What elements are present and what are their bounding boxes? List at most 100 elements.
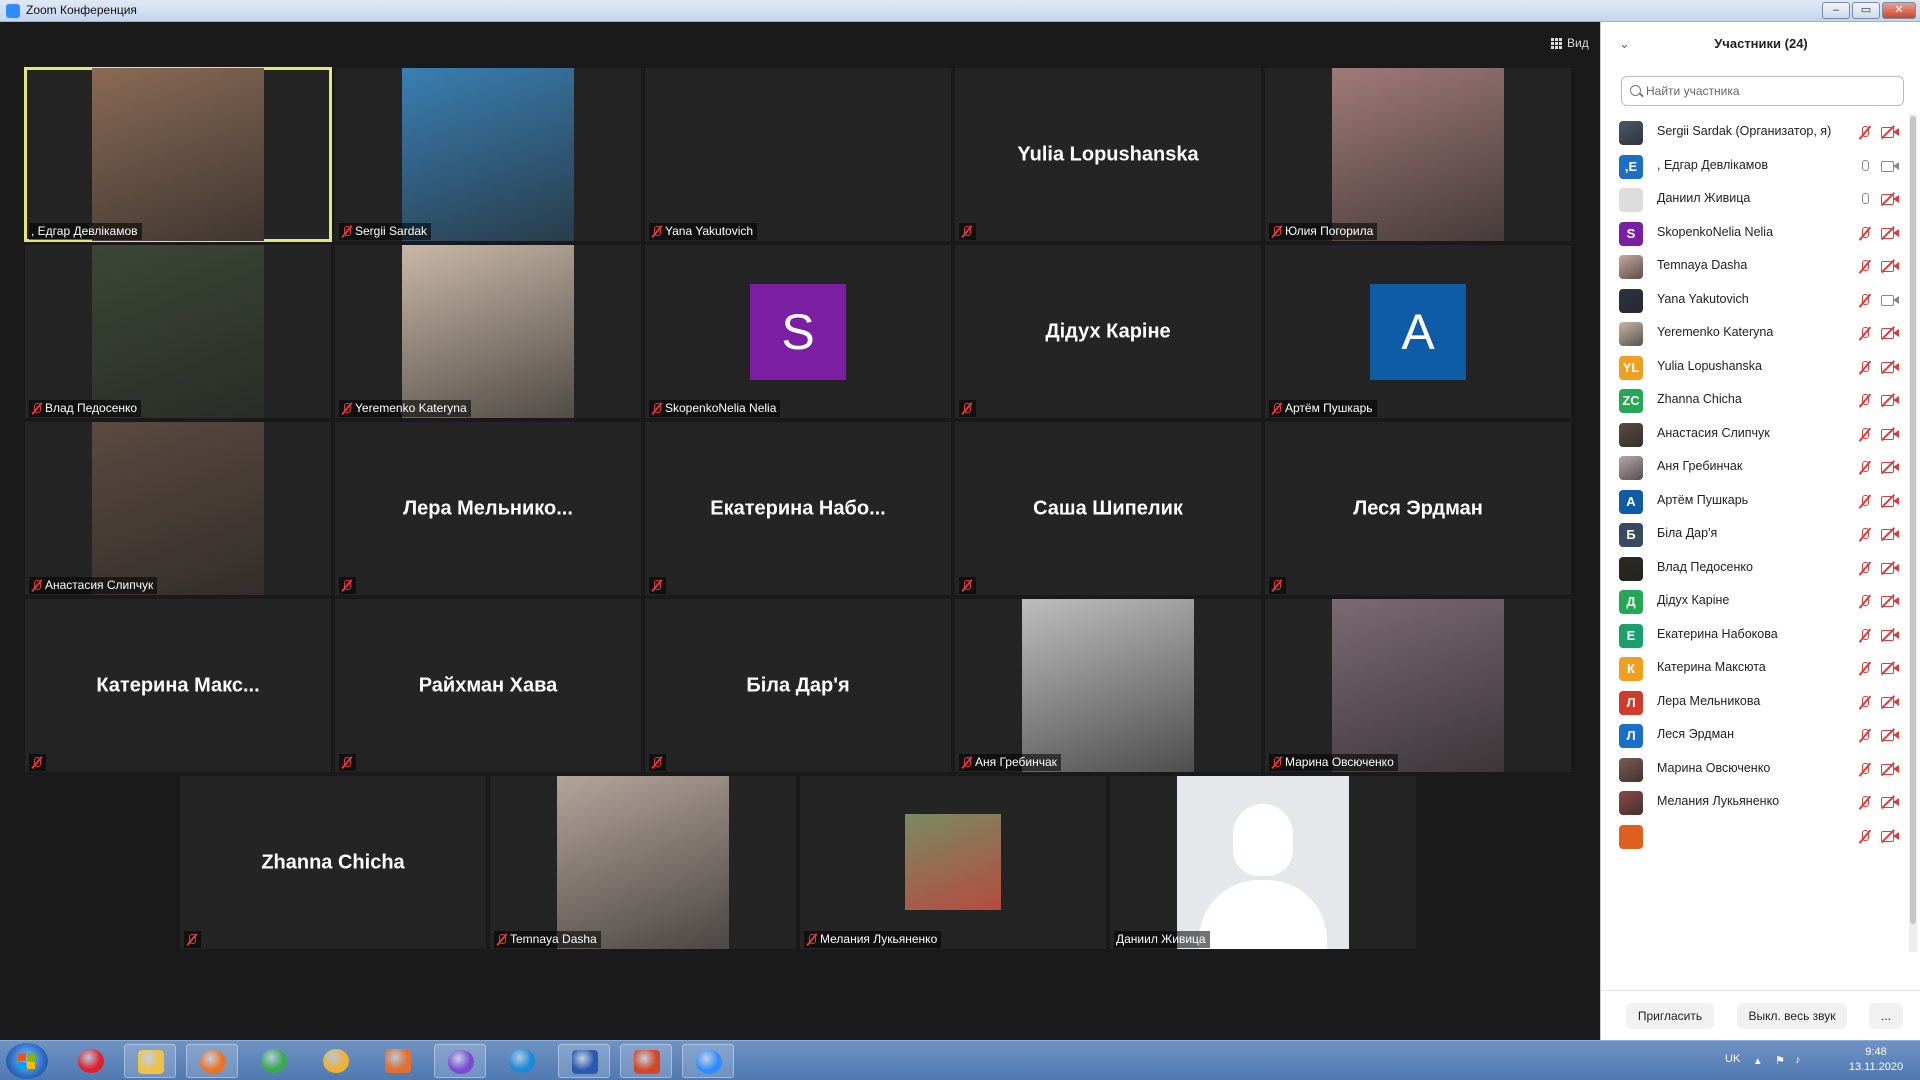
mic-icon[interactable] xyxy=(1859,159,1871,174)
participant-search[interactable] xyxy=(1621,76,1904,106)
invite-button[interactable]: Пригласить xyxy=(1626,1003,1714,1029)
taskbar-app-chrome[interactable] xyxy=(248,1044,300,1078)
video-tile[interactable]: Yeremenko Kateryna xyxy=(335,245,641,418)
video-off-icon[interactable] xyxy=(1880,661,1899,675)
video-off-icon[interactable] xyxy=(1880,259,1899,273)
scrollbar-thumb[interactable] xyxy=(1910,116,1916,924)
mute-all-button[interactable]: Выкл. весь звук xyxy=(1737,1003,1847,1029)
mic-muted-icon[interactable] xyxy=(1859,326,1871,341)
video-tile[interactable]: Райхман Хава xyxy=(335,599,641,772)
taskbar-app-powerpoint[interactable] xyxy=(620,1044,672,1078)
video-tile[interactable]: , Едгар Девлікамов xyxy=(24,67,332,242)
video-tile[interactable]: Леся Эрдман xyxy=(1265,422,1571,595)
video-tile[interactable]: Біла Дар'я xyxy=(645,599,951,772)
participant-row[interactable] xyxy=(1601,816,1911,857)
taskbar-app-opera[interactable] xyxy=(65,1044,117,1078)
participants-scrollbar[interactable] xyxy=(1909,114,1917,952)
video-tile[interactable]: Sergii Sardak xyxy=(335,68,641,241)
volume-icon[interactable]: ♪ xyxy=(1795,1054,1807,1066)
taskbar-app-word[interactable] xyxy=(558,1044,610,1078)
participant-search-input[interactable] xyxy=(1646,82,1896,100)
maximize-button[interactable]: ▭ xyxy=(1852,2,1880,19)
mic-muted-icon[interactable] xyxy=(1859,460,1871,475)
mic-muted-icon[interactable] xyxy=(1859,293,1871,308)
video-tile[interactable]: Марина Овсюченко xyxy=(1265,599,1571,772)
video-tile[interactable]: Саша Шипелик xyxy=(955,422,1261,595)
video-tile[interactable]: Лера Мельнико... xyxy=(335,422,641,595)
video-tile[interactable]: Yulia Lopushanska xyxy=(955,68,1261,241)
taskbar-app-edge[interactable] xyxy=(496,1044,548,1078)
mic-icon[interactable] xyxy=(1859,192,1871,207)
mic-muted-icon[interactable] xyxy=(1859,494,1871,509)
taskbar-app-zoom[interactable] xyxy=(682,1044,734,1078)
mic-muted-icon[interactable] xyxy=(1859,829,1871,844)
video-off-icon[interactable] xyxy=(1880,326,1899,340)
video-tile[interactable]: S SkopenkoNelia Nelia xyxy=(645,245,951,418)
view-button[interactable]: Вид xyxy=(1545,32,1595,54)
video-icon[interactable] xyxy=(1881,294,1899,306)
video-off-icon[interactable] xyxy=(1880,728,1899,742)
mic-muted-icon[interactable] xyxy=(1859,561,1871,576)
video-off-icon[interactable] xyxy=(1880,493,1899,508)
mic-muted-icon[interactable] xyxy=(1859,628,1871,643)
mic-muted-icon[interactable] xyxy=(1859,661,1871,676)
video-tile[interactable]: Temnaya Dasha xyxy=(490,776,796,949)
video-tile[interactable]: Екатерина Набо... xyxy=(645,422,951,595)
video-tile[interactable]: Даниил Живица xyxy=(1110,776,1416,949)
mic-muted-icon[interactable] xyxy=(1859,594,1871,609)
video-off-icon[interactable] xyxy=(1880,225,1899,240)
show-hidden-icons-icon[interactable]: ▴ xyxy=(1755,1054,1767,1067)
mic-muted-icon[interactable] xyxy=(1859,393,1871,408)
video-off-icon[interactable] xyxy=(1880,426,1899,441)
video-off-icon[interactable] xyxy=(1880,828,1899,843)
video-tile[interactable]: Катерина Макс... xyxy=(25,599,331,772)
mic-muted-icon[interactable] xyxy=(1859,527,1871,542)
taskbar-app-media-player[interactable] xyxy=(372,1044,424,1078)
mic-muted-icon[interactable] xyxy=(1859,695,1871,710)
video-off-icon[interactable] xyxy=(1880,359,1899,374)
video-tile[interactable]: Дідух Каріне xyxy=(955,245,1261,418)
video-tile[interactable]: Yana Yakutovich xyxy=(645,68,951,241)
start-button[interactable] xyxy=(6,1043,48,1079)
close-button[interactable]: ✕ xyxy=(1882,2,1916,19)
taskbar-app-explorer[interactable] xyxy=(124,1044,176,1078)
mic-muted-icon[interactable] xyxy=(1859,728,1871,743)
video-off-icon[interactable] xyxy=(1880,125,1899,139)
minimize-button[interactable]: – xyxy=(1822,2,1850,19)
video-tile[interactable]: Анастасия Слипчук xyxy=(25,422,331,595)
video-tile[interactable]: Влад Педосенко xyxy=(25,245,331,418)
mic-muted-icon[interactable] xyxy=(1859,360,1871,375)
participant-avatar xyxy=(1619,322,1643,346)
taskbar-app-firefox[interactable] xyxy=(186,1044,238,1078)
video-tile[interactable]: Zhanna Chicha xyxy=(180,776,486,949)
video-off-icon[interactable] xyxy=(1880,761,1899,776)
mic-muted-icon[interactable] xyxy=(1859,226,1871,241)
video-tile[interactable]: Юлия Погорила xyxy=(1265,68,1571,241)
video-off-icon[interactable] xyxy=(1880,393,1899,407)
video-off-icon[interactable] xyxy=(1880,795,1899,809)
participant-display-name: Біла Дар'я xyxy=(746,674,850,696)
mic-muted-icon xyxy=(1271,225,1282,238)
mic-muted-icon[interactable] xyxy=(1859,762,1871,777)
video-off-icon[interactable] xyxy=(1880,594,1899,608)
video-tile[interactable]: Аня Гребинчак xyxy=(955,599,1261,772)
taskbar-app-tor[interactable] xyxy=(310,1044,362,1078)
video-off-icon[interactable] xyxy=(1880,627,1899,642)
more-button[interactable]: ... xyxy=(1869,1003,1903,1029)
video-tile[interactable]: A Артём Пушкарь xyxy=(1265,245,1571,418)
video-off-icon[interactable] xyxy=(1880,694,1899,709)
mic-muted-icon[interactable] xyxy=(1859,427,1871,442)
mic-muted-icon[interactable] xyxy=(1859,125,1871,140)
video-off-icon[interactable] xyxy=(1880,560,1899,575)
video-off-icon[interactable] xyxy=(1880,527,1899,541)
video-tile[interactable]: Мелания Лукьяненко xyxy=(800,776,1106,949)
language-indicator[interactable]: UK xyxy=(1725,1053,1740,1065)
mic-muted-icon[interactable] xyxy=(1859,259,1871,274)
video-off-icon[interactable] xyxy=(1880,460,1899,474)
taskbar-app-viber[interactable] xyxy=(434,1044,486,1078)
mic-muted-icon[interactable] xyxy=(1859,795,1871,810)
taskbar-clock[interactable]: 9:48 13.11.2020 xyxy=(1836,1045,1916,1075)
video-icon[interactable] xyxy=(1881,160,1899,172)
video-off-icon[interactable] xyxy=(1880,192,1899,206)
flag-icon[interactable]: ⚑ xyxy=(1775,1054,1787,1067)
